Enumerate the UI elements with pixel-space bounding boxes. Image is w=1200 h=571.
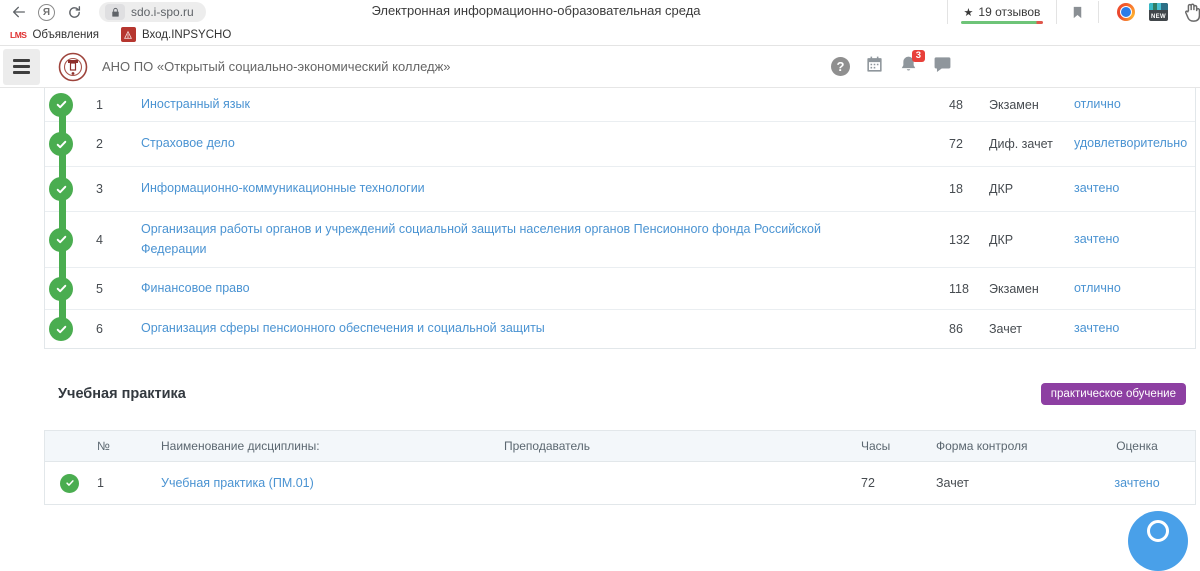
column-header-form: Форма контроля [924, 439, 1079, 453]
course-row: 5 Финансовое право 118 Экзамен отлично [45, 268, 1195, 310]
bookmark-item-inpsycho[interactable]: Вход.INPSYCHO [121, 27, 231, 42]
practice-section-title: Учебная практика [58, 386, 186, 402]
bookmark-label: Вход.INPSYCHO [142, 29, 231, 41]
course-link[interactable]: Организация сферы пенсионного обеспечени… [141, 319, 545, 338]
course-row: 6 Организация сферы пенсионного обеспече… [45, 310, 1195, 348]
new-extension-icon[interactable]: NEW [1149, 3, 1168, 21]
practice-grade-link[interactable]: зачтено [1114, 476, 1159, 490]
url-text: sdo.i-spo.ru [131, 5, 194, 19]
grade-link[interactable]: зачтено [1074, 321, 1119, 335]
bookmarks-bar: LMS Объявления Вход.INPSYCHO [0, 24, 1200, 46]
star-icon: ★ [964, 6, 974, 19]
bookmark-icon [1070, 5, 1085, 20]
practice-table-header: № Наименование дисциплины: Преподаватель… [45, 431, 1195, 462]
practice-link[interactable]: Учебная практика (ПМ.01) [161, 476, 314, 490]
completed-check-icon [49, 277, 73, 301]
browser-profile-icon[interactable] [1117, 3, 1135, 21]
course-control-form: ДКР [983, 233, 1063, 247]
course-row: 4 Организация работы органов и учреждени… [45, 212, 1195, 268]
completed-check-icon [49, 228, 73, 252]
practice-table: № Наименование дисциплины: Преподаватель… [44, 430, 1196, 505]
course-row: 2 Страховое дело 72 Диф. зачет удовлетво… [45, 122, 1195, 167]
completed-check-icon [49, 177, 73, 201]
course-hours: 118 [933, 282, 983, 296]
course-number: 2 [87, 137, 141, 151]
course-link[interactable]: Организация работы органов и учреждений … [141, 220, 861, 259]
column-header-name: Наименование дисциплины: [147, 439, 447, 453]
column-header-grade: Оценка [1079, 439, 1195, 453]
practice-control-form: Зачет [924, 476, 1079, 490]
page-title: Электронная информационно-образовательна… [371, 3, 700, 18]
reviews-label: 19 отзывов [978, 5, 1040, 19]
inpsycho-favicon [121, 27, 136, 42]
bookmark-button[interactable] [1056, 0, 1098, 24]
course-number: 3 [87, 182, 141, 196]
course-link[interactable]: Страховое дело [141, 134, 235, 153]
chat-icon[interactable] [933, 55, 952, 79]
notifications-icon[interactable]: 3 [899, 55, 918, 79]
reviews-button[interactable]: ★ 19 отзывов [947, 0, 1056, 24]
yandex-services-icon[interactable]: Я [38, 4, 55, 21]
course-control-form: Зачет [983, 322, 1063, 336]
course-number: 6 [87, 322, 141, 336]
column-header-hours: Часы [849, 439, 924, 453]
courses-table: 1 Иностранный язык 48 Экзамен отлично 2 … [44, 88, 1196, 349]
college-logo [58, 52, 88, 82]
course-control-form: Экзамен [983, 282, 1063, 296]
chat-fab-icon [1147, 520, 1169, 542]
notification-badge: 3 [912, 50, 925, 62]
course-link[interactable]: Иностранный язык [141, 95, 250, 114]
grade-link[interactable]: отлично [1074, 97, 1121, 111]
support-chat-button[interactable] [1128, 511, 1188, 571]
lms-favicon: LMS [10, 30, 26, 40]
menu-button[interactable] [3, 49, 40, 85]
bookmark-label: Объявления [32, 29, 99, 41]
help-icon[interactable]: ? [831, 57, 850, 76]
app-header: АНО ПО «Открытый социально-экономический… [0, 46, 1200, 88]
course-number: 5 [87, 282, 141, 296]
completed-check-icon [60, 474, 79, 493]
reviews-rating-bar [961, 21, 1043, 24]
grade-link[interactable]: зачтено [1074, 232, 1119, 246]
course-row: 1 Иностранный язык 48 Экзамен отлично [45, 88, 1195, 122]
practice-type-badge: практическое обучение [1041, 383, 1186, 405]
hand-icon[interactable] [1182, 1, 1200, 23]
completed-check-icon [49, 93, 73, 117]
bookmark-item-lms[interactable]: LMS Объявления [10, 29, 99, 41]
course-number: 4 [87, 233, 141, 247]
college-name: АНО ПО «Открытый социально-экономический… [102, 59, 451, 74]
course-row: 3 Информационно-коммуникационные техноло… [45, 167, 1195, 212]
course-control-form: ДКР [983, 182, 1063, 196]
browser-toolbar: Я sdo.i-spo.ru Электронная информационно… [0, 0, 1200, 24]
grade-link[interactable]: отлично [1074, 281, 1121, 295]
address-bar[interactable]: sdo.i-spo.ru [99, 2, 206, 22]
back-icon[interactable] [10, 3, 28, 21]
course-control-form: Диф. зачет [983, 137, 1063, 151]
grade-link[interactable]: зачтено [1074, 181, 1119, 195]
course-hours: 132 [933, 233, 983, 247]
course-link[interactable]: Финансовое право [141, 279, 250, 298]
practice-row: 1 Учебная практика (ПМ.01) 72 Зачет зачт… [45, 462, 1195, 504]
lock-icon[interactable] [105, 4, 125, 20]
calendar-icon[interactable] [865, 55, 884, 79]
column-header-num: № [97, 439, 147, 453]
completed-check-icon [49, 317, 73, 341]
column-header-teacher: Преподаватель [447, 439, 647, 453]
course-hours: 18 [933, 182, 983, 196]
course-hours: 72 [933, 137, 983, 151]
course-number: 1 [87, 98, 141, 112]
course-link[interactable]: Информационно-коммуникационные технологи… [141, 179, 425, 198]
course-hours: 48 [933, 98, 983, 112]
refresh-icon[interactable] [65, 3, 83, 21]
grade-link[interactable]: удовлетворительно [1074, 136, 1187, 150]
course-control-form: Экзамен [983, 98, 1063, 112]
completed-check-icon [49, 132, 73, 156]
practice-number: 1 [97, 476, 147, 490]
practice-hours: 72 [849, 476, 924, 490]
course-hours: 86 [933, 322, 983, 336]
